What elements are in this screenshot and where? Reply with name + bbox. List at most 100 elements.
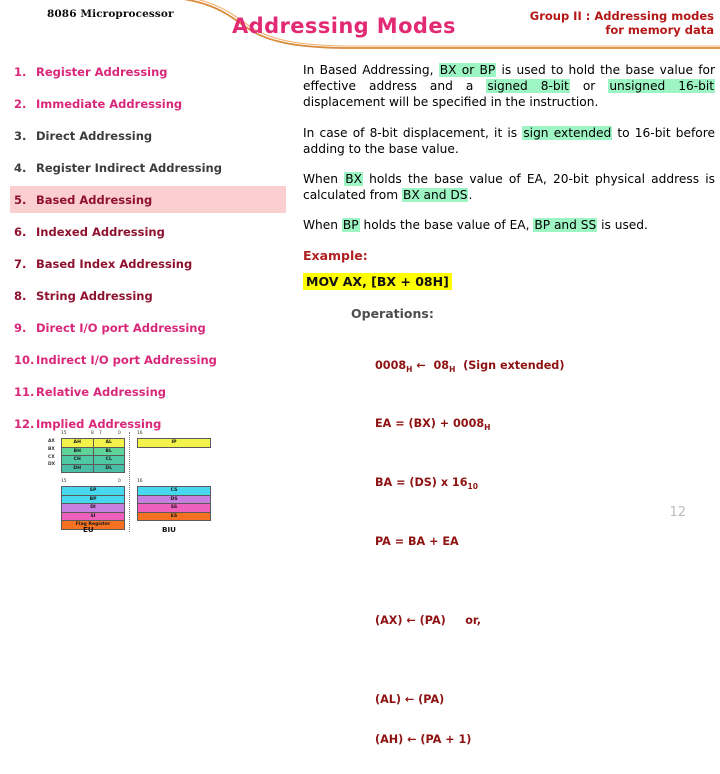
mode-number: 7. — [14, 256, 27, 271]
paragraph-bx-base-value: When BX holds the base value of EA, 20-b… — [303, 171, 715, 203]
operation-line: (AH) ← (PA + 1) — [375, 733, 715, 747]
op-text: ← 08 — [412, 358, 450, 372]
operation-line: BA = (DS) x 1610 — [375, 476, 715, 494]
register-cell-dh: DH — [62, 464, 94, 473]
mode-item-4[interactable]: 4. Register Indirect Addressing — [0, 158, 295, 177]
register-cell-cs: CS — [170, 488, 178, 493]
mode-label: Indirect I/O port Addressing — [36, 352, 217, 367]
mode-item-5-selected[interactable]: 5. Based Addressing — [10, 186, 286, 213]
bit-label-15-sp: 15 — [61, 479, 67, 484]
highlight-bp-and-ss: BP and SS — [533, 218, 598, 233]
highlight-sign-extended: sign extended — [522, 125, 613, 140]
mode-number: 10. — [14, 352, 35, 367]
bit-label-16-cs: 16 — [137, 479, 143, 484]
group-heading-line-1: Group II : Addressing modes — [529, 9, 714, 23]
paragraph-sign-extension: In case of 8-bit displacement, it is sig… — [303, 125, 715, 157]
highlight-bx: BX — [344, 172, 363, 187]
mode-item-1[interactable]: 1. Register Addressing — [0, 62, 295, 81]
register-name-ax: AX — [48, 439, 55, 444]
mode-item-11[interactable]: 11. Relative Addressing — [0, 382, 295, 401]
mode-number: 11. — [14, 384, 35, 399]
slide-body-content: In Based Addressing, BX or BP is used to… — [303, 62, 716, 774]
deck-label: 8086 Microprocessor — [47, 8, 174, 20]
register-row-ds: DS — [138, 495, 210, 505]
highlight-bx-and-ds: BX and DS — [401, 188, 469, 203]
op-text: PA = BA + EA — [375, 534, 459, 548]
instruction-pointer-register: IP — [137, 438, 211, 448]
paragraph-based-addressing: In Based Addressing, BX or BP is used to… — [303, 62, 716, 111]
op-text: (AL) ← (PA) — [375, 692, 445, 706]
register-row-ax: AH AL — [62, 439, 124, 448]
text-run: In Based Addressing, — [303, 63, 439, 77]
mode-item-2[interactable]: 2. Immediate Addressing — [0, 94, 295, 113]
text-run: When — [303, 218, 342, 233]
bit-label-8: 8 — [91, 431, 94, 436]
mode-item-6[interactable]: 6. Indexed Addressing — [0, 222, 295, 241]
mode-item-8[interactable]: 8. String Addressing — [0, 286, 295, 305]
mode-label: Indexed Addressing — [36, 224, 165, 239]
mode-label: Relative Addressing — [36, 384, 166, 399]
register-cell-ip: IP — [171, 440, 177, 445]
mode-item-3[interactable]: 3. Direct Addressing — [0, 126, 295, 145]
register-cell-si: SI — [90, 513, 96, 519]
operation-line: (AL) ← (PA) — [375, 693, 715, 707]
mode-item-10[interactable]: 10. Indirect I/O port Addressing — [0, 350, 295, 369]
mode-label: Based Index Addressing — [36, 256, 193, 271]
bit-label-0-sp: 0 — [118, 479, 121, 484]
bit-label-0: 0 — [118, 431, 121, 436]
op-subscript: H — [484, 423, 491, 433]
general-purpose-registers: AH AL BH BL CH CL DH DL — [61, 438, 125, 474]
register-cell-bp: BP — [89, 496, 97, 502]
operation-group-2: (AX) ← (PA) or, — [375, 586, 715, 654]
mode-number: 12. — [14, 416, 35, 431]
register-cell-bh: BH — [62, 447, 94, 456]
mode-item-12[interactable]: 12. Implied Addressing — [0, 414, 295, 433]
register-cell-ds: DS — [170, 496, 178, 502]
text-run: When — [303, 172, 345, 187]
mode-item-9[interactable]: 9. Direct I/O port Addressing — [0, 318, 295, 337]
operations-label: Operations: — [351, 305, 434, 321]
slide-header: 8086 Microprocessor Addressing Modes Gro… — [0, 0, 720, 52]
example-instruction: MOV AX, [BX + 08H] — [303, 272, 452, 290]
mode-label: Register Addressing — [36, 64, 168, 79]
register-row-di: DI — [62, 504, 124, 513]
text-run: or — [569, 79, 609, 94]
operation-line: PA = BA + EA — [375, 535, 715, 549]
mode-item-7[interactable]: 7. Based Index Addressing — [0, 254, 295, 273]
page-number: 12 — [669, 505, 686, 520]
mode-label: Direct Addressing — [36, 128, 153, 143]
op-subscript: 10 — [467, 482, 478, 492]
register-row-ss: SS — [138, 504, 210, 513]
mode-number: 4. — [14, 160, 27, 175]
register-row-bx: BH BL — [62, 447, 124, 457]
text-run: In case of 8-bit displacement, it is — [303, 125, 523, 140]
register-cell-ah: AH — [62, 439, 94, 447]
mode-label: Immediate Addressing — [36, 96, 183, 111]
operation-line: 0008H ← 08H (Sign extended) — [375, 359, 715, 377]
register-row-cx: CH CL — [62, 456, 124, 465]
pointer-index-registers: SP BP DI SI Flag Register — [61, 486, 125, 530]
highlight-bx-or-bp: BX or BP — [438, 63, 497, 77]
op-text: BA = (DS) x 16 — [375, 476, 468, 490]
example-label: Example: — [303, 247, 368, 263]
register-row-sp: SP — [62, 487, 124, 496]
register-name-dx: DX — [48, 462, 56, 467]
register-cell-cl: CL — [105, 457, 112, 463]
eu-label: EU — [83, 525, 94, 534]
text-run: . — [468, 188, 473, 203]
op-text: (AH) ← (PA + 1) — [375, 733, 472, 747]
bit-label-16-ip: 16 — [137, 431, 143, 436]
mode-label: Register Indirect Addressing — [36, 160, 222, 175]
highlight-bp: BP — [341, 218, 360, 233]
addressing-modes-list: 1. Register Addressing 2. Immediate Addr… — [0, 62, 295, 446]
mode-label: Based Addressing — [36, 192, 153, 207]
register-cell-dl: DL — [105, 465, 113, 471]
register-cell-ss: SS — [170, 505, 178, 511]
operation-line: EA = (BX) + 0008H — [375, 417, 715, 435]
register-cell-al: AL — [105, 440, 112, 445]
op-text: (AX) ← (PA) or, — [375, 613, 482, 627]
register-cell-bl: BL — [105, 448, 112, 454]
op-text: EA = (BX) + 0008 — [375, 417, 485, 431]
mode-label: Direct I/O port Addressing — [36, 320, 206, 335]
